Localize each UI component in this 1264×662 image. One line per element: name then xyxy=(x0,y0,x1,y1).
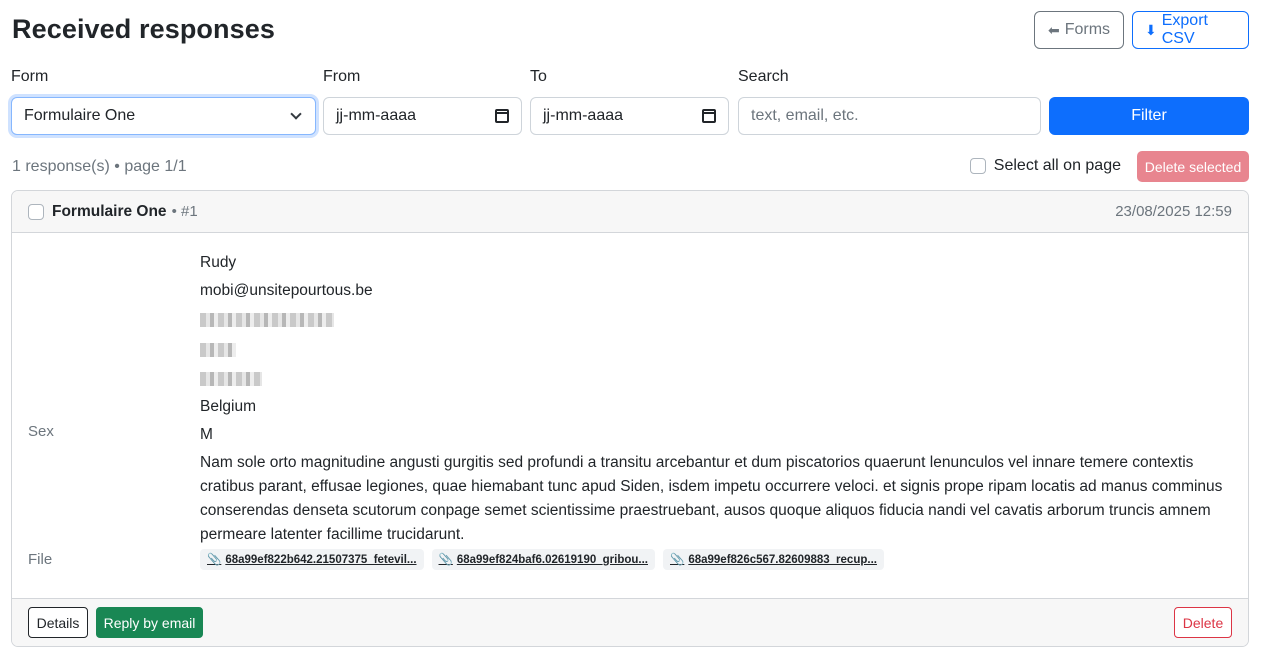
response-card-body: Rudy mobi@unsitepourtous.be Belgium Sex … xyxy=(12,233,1248,599)
search-filter-label: Search xyxy=(738,68,789,85)
response-select-checkbox[interactable] xyxy=(28,203,44,220)
file-list: 📎 68a99ef822b642.21507375_fetevil... 📎 6… xyxy=(200,549,1234,570)
redacted-block xyxy=(200,372,262,386)
response-card-header: Formulaire One • #1 23/08/2025 12:59 xyxy=(12,191,1248,233)
results-summary: 1 response(s) • page 1/1 xyxy=(12,158,187,175)
response-card-footer: Details Reply by email Delete xyxy=(12,598,1248,646)
redacted-value xyxy=(200,370,1234,394)
field-value-email: mobi@unsitepourtous.be xyxy=(200,282,373,299)
export-csv-button[interactable]: ⬇ Export CSV xyxy=(1132,11,1249,49)
select-all-label: Select all on page xyxy=(993,157,1121,174)
from-filter-label: From xyxy=(323,68,361,85)
delete-selected-button[interactable]: Delete selected xyxy=(1137,151,1249,182)
file-link[interactable]: 📎 68a99ef822b642.21507375_fetevil... xyxy=(200,549,424,570)
calendar-icon[interactable] xyxy=(702,109,716,123)
paperclip-icon: 📎 xyxy=(207,553,222,566)
search-filter-group: Search xyxy=(738,67,789,91)
file-link[interactable]: 📎 68a99ef824baf6.02619190_gribou... xyxy=(431,549,655,570)
form-select-value: Formulaire One xyxy=(24,107,136,124)
to-filter-label: To xyxy=(530,68,547,85)
field-value-message: Nam sole orto magnitudine angusti gurgit… xyxy=(200,454,1223,543)
from-date-placeholder: jj-mm-aaaa xyxy=(336,107,417,124)
paperclip-icon: 📎 xyxy=(438,553,453,566)
filter-button-label: Filter xyxy=(1131,107,1167,124)
forms-button-label: Forms xyxy=(1064,21,1111,38)
response-card: Formulaire One • #1 23/08/2025 12:59 Rud… xyxy=(11,190,1249,647)
form-filter-label: Form xyxy=(11,68,49,85)
filter-form: Form Formulaire One From jj-mm-aaaa To j… xyxy=(11,67,1249,137)
forms-button[interactable]: ⬅ Forms xyxy=(1034,11,1124,49)
response-number: • #1 xyxy=(171,203,198,220)
page-header: Received responses ⬅ Forms ⬇ Export CSV xyxy=(12,11,1249,49)
redacted-block xyxy=(200,313,334,327)
download-icon: ⬇ xyxy=(1145,21,1157,38)
field-value-country: Belgium xyxy=(200,398,256,415)
delete-response-button[interactable]: Delete xyxy=(1174,607,1232,638)
details-button-label: Details xyxy=(36,614,80,631)
response-form-name: Formulaire One xyxy=(52,202,167,220)
chevron-down-icon xyxy=(290,108,302,120)
field-value-sex: M xyxy=(200,426,213,443)
response-date: 23/08/2025 12:59 xyxy=(1115,203,1232,220)
details-button[interactable]: Details xyxy=(28,607,88,638)
from-filter-group: From xyxy=(323,67,360,91)
from-date-input[interactable]: jj-mm-aaaa xyxy=(323,97,522,135)
redacted-value xyxy=(200,341,1234,365)
form-select[interactable]: Formulaire One xyxy=(11,97,316,135)
reply-by-email-button[interactable]: Reply by email xyxy=(96,607,203,638)
page-title: Received responses xyxy=(12,14,275,44)
export-csv-label: Export CSV xyxy=(1161,12,1208,47)
file-name: 68a99ef824baf6.02619190_gribou... xyxy=(456,553,648,566)
header-actions: ⬅ Forms ⬇ Export CSV xyxy=(1034,11,1249,49)
field-value-name: Rudy xyxy=(200,254,237,271)
field-label-sex: Sex xyxy=(28,423,54,440)
delete-selected-label: Delete selected xyxy=(1144,158,1242,175)
reply-button-label: Reply by email xyxy=(103,614,196,631)
delete-button-label: Delete xyxy=(1182,614,1224,631)
redacted-value xyxy=(200,311,1234,335)
file-link[interactable]: 📎 68a99ef826c567.82609883_recup... xyxy=(663,549,884,570)
arrow-left-icon: ⬅ xyxy=(1047,21,1060,38)
calendar-icon[interactable] xyxy=(495,109,509,123)
filter-button[interactable]: Filter xyxy=(1049,97,1249,135)
file-name: 68a99ef826c567.82609883_recup... xyxy=(688,553,877,566)
paperclip-icon: 📎 xyxy=(670,553,685,566)
to-date-placeholder: jj-mm-aaaa xyxy=(543,107,624,124)
select-all-on-page[interactable]: Select all on page xyxy=(969,157,1121,175)
search-placeholder: text, email, etc. xyxy=(751,107,859,124)
select-all-checkbox[interactable] xyxy=(969,158,986,174)
redacted-block xyxy=(200,343,236,357)
file-name: 68a99ef822b642.21507375_fetevil... xyxy=(225,553,417,566)
search-input[interactable]: text, email, etc. xyxy=(738,97,1041,135)
to-filter-group: To xyxy=(530,67,547,91)
form-filter-group: Form xyxy=(11,67,48,91)
to-date-input[interactable]: jj-mm-aaaa xyxy=(530,97,729,135)
field-label-file: File xyxy=(28,551,53,568)
responses-page: Received responses ⬅ Forms ⬇ Export CSV … xyxy=(0,0,1264,662)
